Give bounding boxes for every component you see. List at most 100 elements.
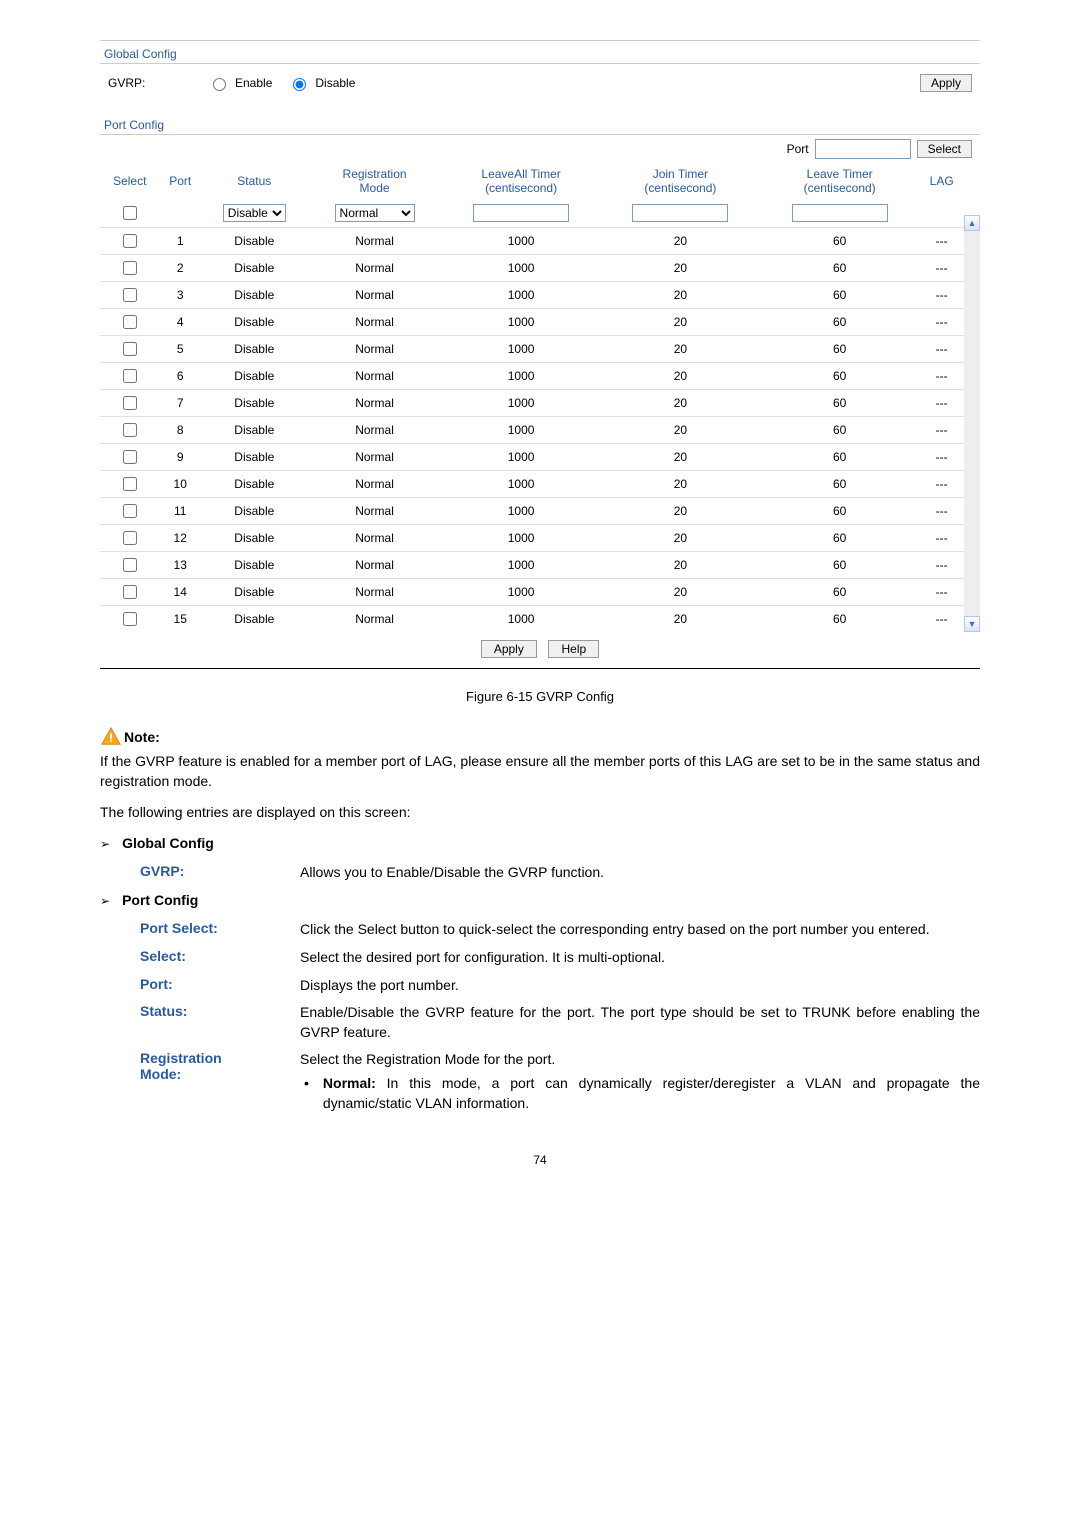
select-desc-row: Select: Select the desired port for conf… <box>140 948 980 968</box>
cell-port: 10 <box>160 471 201 498</box>
cell-mode: Normal <box>308 471 442 498</box>
help-button[interactable]: Help <box>548 640 599 658</box>
select-desc-text: Select the desired port for configuratio… <box>300 948 980 968</box>
row-checkbox[interactable] <box>123 423 137 437</box>
table-row: 2DisableNormal10002060--- <box>100 255 964 282</box>
gvrp-disable-radio[interactable] <box>293 78 306 91</box>
cell-status: Disable <box>201 579 308 606</box>
regmode-desc-label: RegistrationMode: <box>140 1050 300 1113</box>
global-apply-button[interactable]: Apply <box>920 74 972 92</box>
table-row: 11DisableNormal10002060--- <box>100 498 964 525</box>
cell-leaveall: 1000 <box>441 525 600 552</box>
note-heading: Note: <box>100 726 980 748</box>
table-scrollbar[interactable]: ▲ ▼ <box>964 163 980 632</box>
cell-status: Disable <box>201 444 308 471</box>
leaveall-filter-input[interactable] <box>473 204 569 222</box>
row-checkbox[interactable] <box>123 558 137 572</box>
col-select: Select <box>100 163 160 199</box>
warning-icon <box>100 726 122 748</box>
cell-lag: --- <box>919 417 964 444</box>
cell-leave: 60 <box>760 606 919 633</box>
table-row: 15DisableNormal10002060--- <box>100 606 964 633</box>
cell-port: 12 <box>160 525 201 552</box>
status-desc-row: Status: Enable/Disable the GVRP feature … <box>140 1003 980 1042</box>
row-checkbox[interactable] <box>123 369 137 383</box>
row-checkbox[interactable] <box>123 531 137 545</box>
select-all-checkbox[interactable] <box>123 206 137 220</box>
port-config-title: Port Config <box>122 892 198 908</box>
join-filter-input[interactable] <box>632 204 728 222</box>
port-table: Select Port Status RegistrationMode Leav… <box>100 163 964 632</box>
cell-mode: Normal <box>308 525 442 552</box>
cell-status: Disable <box>201 390 308 417</box>
cell-lag: --- <box>919 579 964 606</box>
row-checkbox[interactable] <box>123 288 137 302</box>
cell-port: 4 <box>160 309 201 336</box>
config-panel: Global Config GVRP: Enable Disable Apply… <box>100 40 980 669</box>
cell-leave: 60 <box>760 363 919 390</box>
cell-leave: 60 <box>760 417 919 444</box>
cell-leave: 60 <box>760 471 919 498</box>
col-join: Join Timer(centisecond) <box>601 163 760 199</box>
cell-status: Disable <box>201 498 308 525</box>
cell-port: 3 <box>160 282 201 309</box>
row-checkbox[interactable] <box>123 396 137 410</box>
row-checkbox[interactable] <box>123 477 137 491</box>
global-config-entry: ➢ Global Config <box>100 835 980 851</box>
port-search-input[interactable] <box>815 139 911 159</box>
col-status: Status <box>201 163 308 199</box>
cell-lag: --- <box>919 525 964 552</box>
leave-filter-input[interactable] <box>792 204 888 222</box>
status-desc-text: Enable/Disable the GVRP feature for the … <box>300 1003 980 1042</box>
gvrp-enable-radio[interactable] <box>213 78 226 91</box>
scroll-up-icon[interactable]: ▲ <box>964 215 980 231</box>
cell-join: 20 <box>601 579 760 606</box>
cell-status: Disable <box>201 336 308 363</box>
table-row: 3DisableNormal10002060--- <box>100 282 964 309</box>
cell-lag: --- <box>919 606 964 633</box>
port-select-button[interactable]: Select <box>917 140 972 158</box>
cell-leave: 60 <box>760 336 919 363</box>
row-checkbox[interactable] <box>123 585 137 599</box>
port-desc-text: Displays the port number. <box>300 976 980 996</box>
page-number: 74 <box>100 1153 980 1167</box>
cell-leave: 60 <box>760 525 919 552</box>
cell-port: 9 <box>160 444 201 471</box>
cell-leave: 60 <box>760 282 919 309</box>
cell-join: 20 <box>601 282 760 309</box>
cell-join: 20 <box>601 606 760 633</box>
cell-leaveall: 1000 <box>441 255 600 282</box>
cell-join: 20 <box>601 309 760 336</box>
regmode-desc-text: Select the Registration Mode for the por… <box>300 1050 980 1113</box>
cell-mode: Normal <box>308 417 442 444</box>
port-apply-button[interactable]: Apply <box>481 640 537 658</box>
cell-leaveall: 1000 <box>441 336 600 363</box>
row-checkbox[interactable] <box>123 315 137 329</box>
portselect-desc-row: Port Select: Click the Select button to … <box>140 920 980 940</box>
cell-lag: --- <box>919 282 964 309</box>
cell-leaveall: 1000 <box>441 471 600 498</box>
cell-mode: Normal <box>308 498 442 525</box>
row-checkbox[interactable] <box>123 504 137 518</box>
row-checkbox[interactable] <box>123 234 137 248</box>
row-checkbox[interactable] <box>123 450 137 464</box>
global-config-row: GVRP: Enable Disable Apply <box>100 64 980 112</box>
cell-lag: --- <box>919 471 964 498</box>
scroll-down-icon[interactable]: ▼ <box>964 616 980 632</box>
cell-port: 8 <box>160 417 201 444</box>
table-row: 7DisableNormal10002060--- <box>100 390 964 417</box>
cell-mode: Normal <box>308 363 442 390</box>
arrow-icon: ➢ <box>100 892 110 908</box>
row-checkbox[interactable] <box>123 612 137 626</box>
cell-status: Disable <box>201 471 308 498</box>
cell-port: 13 <box>160 552 201 579</box>
cell-leaveall: 1000 <box>441 606 600 633</box>
mode-filter-select[interactable]: Normal <box>335 204 415 222</box>
cell-mode: Normal <box>308 282 442 309</box>
cell-status: Disable <box>201 228 308 255</box>
row-checkbox[interactable] <box>123 261 137 275</box>
row-checkbox[interactable] <box>123 342 137 356</box>
table-row: 12DisableNormal10002060--- <box>100 525 964 552</box>
status-filter-select[interactable]: Disable <box>223 204 286 222</box>
cell-port: 14 <box>160 579 201 606</box>
